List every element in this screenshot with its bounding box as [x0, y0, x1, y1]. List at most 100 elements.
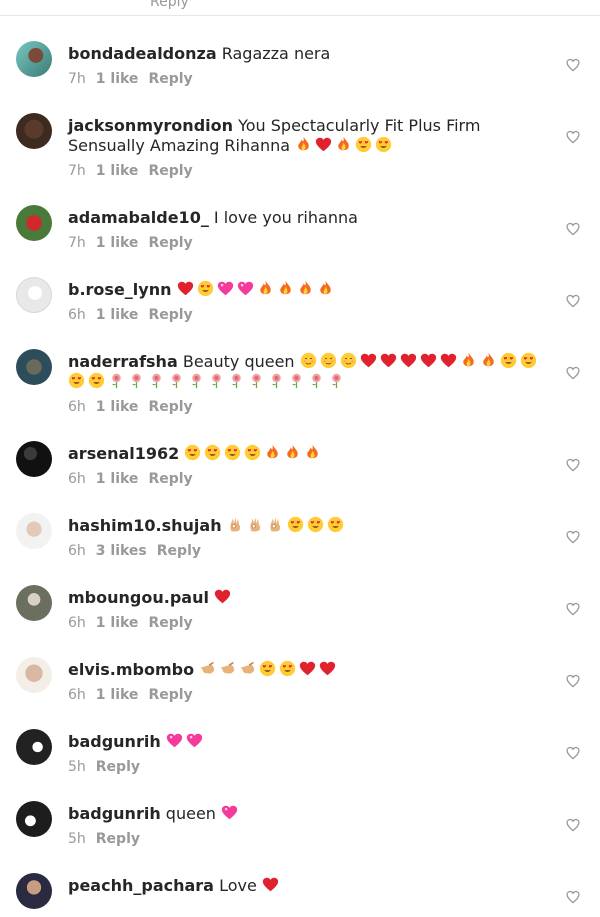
red-heart-emoji-icon [262, 876, 279, 893]
like-heart-icon[interactable] [566, 129, 580, 144]
comment-body: hashim10.shujah 6h 3 likes Reply [68, 488, 584, 560]
avatar[interactable] [16, 873, 52, 909]
comment-text: hashim10.shujah [68, 516, 544, 536]
reply-button[interactable]: Reply [148, 235, 192, 251]
like-heart-icon[interactable] [566, 889, 580, 904]
likes-count[interactable]: 1 like [96, 471, 139, 487]
comment-meta: 6h 1 like Reply [68, 686, 544, 704]
comment-item: badgunrih queen 5h Reply [0, 776, 600, 848]
red-heart-emoji-icon [360, 352, 377, 369]
likes-count[interactable]: 3 likes [96, 543, 147, 559]
comment-item: elvis.mbombo 6h 1 like Reply [0, 632, 600, 704]
pink-heart-emoji-icon [166, 732, 183, 749]
rose-emoji-icon [228, 372, 245, 389]
ok-hand-emoji-icon [227, 516, 244, 533]
fire-emoji-icon [480, 352, 497, 369]
avatar[interactable] [16, 113, 52, 149]
avatar[interactable] [16, 513, 52, 549]
like-heart-icon[interactable] [566, 57, 580, 72]
timestamp: 7h [68, 163, 86, 179]
reply-button[interactable]: Reply [148, 399, 192, 415]
avatar[interactable] [16, 441, 52, 477]
reply-button[interactable]: Reply [96, 831, 140, 847]
likes-count[interactable]: 1 like [96, 615, 139, 631]
likes-count[interactable]: 1 like [96, 71, 139, 87]
avatar[interactable] [16, 349, 52, 385]
heart-eyes-emoji-icon [307, 516, 324, 533]
avatar[interactable] [16, 277, 52, 313]
avatar[interactable] [16, 729, 52, 765]
like-heart-icon[interactable] [566, 529, 580, 544]
avatar[interactable] [16, 657, 52, 693]
like-heart-icon[interactable] [566, 365, 580, 380]
likes-count[interactable]: 1 like [96, 307, 139, 323]
username[interactable]: adamabalde10_ [68, 208, 209, 227]
reply-button[interactable]: Reply [148, 687, 192, 703]
avatar[interactable] [16, 585, 52, 621]
likes-count[interactable]: 1 like [96, 163, 139, 179]
username[interactable]: elvis.mbombo [68, 660, 194, 679]
avatar[interactable] [16, 205, 52, 241]
rose-emoji-icon [268, 372, 285, 389]
heart-eyes-emoji-icon [279, 660, 296, 677]
fire-emoji-icon [317, 280, 334, 297]
pink-heart-emoji-icon [186, 732, 203, 749]
comment-item: bondadealdonza Ragazza nera 7h 1 like Repl… [0, 16, 600, 88]
comment-message: Ragazza nera [221, 44, 331, 63]
likes-count[interactable]: 1 like [96, 687, 139, 703]
like-heart-icon[interactable] [566, 221, 580, 236]
timestamp: 5h [68, 759, 86, 775]
red-heart-emoji-icon [380, 352, 397, 369]
ok-hand-emoji-icon [267, 516, 284, 533]
username[interactable]: badgunrih [68, 732, 161, 751]
username[interactable]: naderrafsha [68, 352, 178, 371]
like-heart-icon[interactable] [566, 457, 580, 472]
reply-button[interactable]: Reply [148, 71, 192, 87]
red-heart-emoji-icon [299, 660, 316, 677]
reply-button[interactable]: Reply [148, 615, 192, 631]
comment-meta: 5h Reply [68, 758, 544, 776]
username[interactable]: jacksonmyrondion [68, 116, 233, 135]
comment-text: badgunrih [68, 732, 544, 752]
username[interactable]: bondadealdonza [68, 44, 217, 63]
like-heart-icon[interactable] [566, 601, 580, 616]
username[interactable]: arsenal1962 [68, 444, 179, 463]
like-heart-icon[interactable] [566, 745, 580, 760]
comment-body: peachh_pachara Love [68, 848, 584, 896]
timestamp: 6h [68, 471, 86, 487]
reply-button[interactable]: Reply [96, 759, 140, 775]
comment-meta: 6h 1 like Reply [68, 470, 544, 488]
comment-meta: 5h Reply [68, 830, 544, 848]
username[interactable]: badgunrih [68, 804, 161, 823]
fire-emoji-icon [297, 280, 314, 297]
username[interactable]: b.rose_lynn [68, 280, 171, 299]
cut-off-reply: Reply [150, 0, 189, 10]
like-heart-icon[interactable] [566, 293, 580, 308]
avatar[interactable] [16, 801, 52, 837]
comment-body: mboungou.paul 6h 1 like Reply [68, 560, 584, 632]
likes-count[interactable]: 1 like [96, 399, 139, 415]
username[interactable]: mboungou.paul [68, 588, 209, 607]
comment-meta: 6h 1 like Reply [68, 398, 544, 416]
comment-body: adamabalde10_ I love you rihanna 7h 1 lik… [68, 180, 584, 252]
username[interactable]: hashim10.shujah [68, 516, 222, 535]
reply-button[interactable]: Reply [148, 307, 192, 323]
comment-text: elvis.mbombo [68, 660, 544, 680]
reply-button[interactable]: Reply [148, 471, 192, 487]
heart-eyes-emoji-icon [520, 352, 537, 369]
reply-button[interactable]: Reply [148, 163, 192, 179]
likes-count[interactable]: 1 like [96, 235, 139, 251]
fire-emoji-icon [264, 444, 281, 461]
point-emoji-icon [219, 660, 236, 677]
username[interactable]: peachh_pachara [68, 876, 214, 895]
like-heart-icon[interactable] [566, 817, 580, 832]
heart-eyes-emoji-icon [500, 352, 517, 369]
comment-text: mboungou.paul [68, 588, 544, 608]
top-bar: Reply [0, 0, 600, 16]
reply-button[interactable]: Reply [157, 543, 201, 559]
rose-emoji-icon [168, 372, 185, 389]
comment-item: peachh_pachara Love [0, 848, 600, 909]
like-heart-icon[interactable] [566, 673, 580, 688]
comment-text: badgunrih queen [68, 804, 544, 824]
avatar[interactable] [16, 41, 52, 77]
